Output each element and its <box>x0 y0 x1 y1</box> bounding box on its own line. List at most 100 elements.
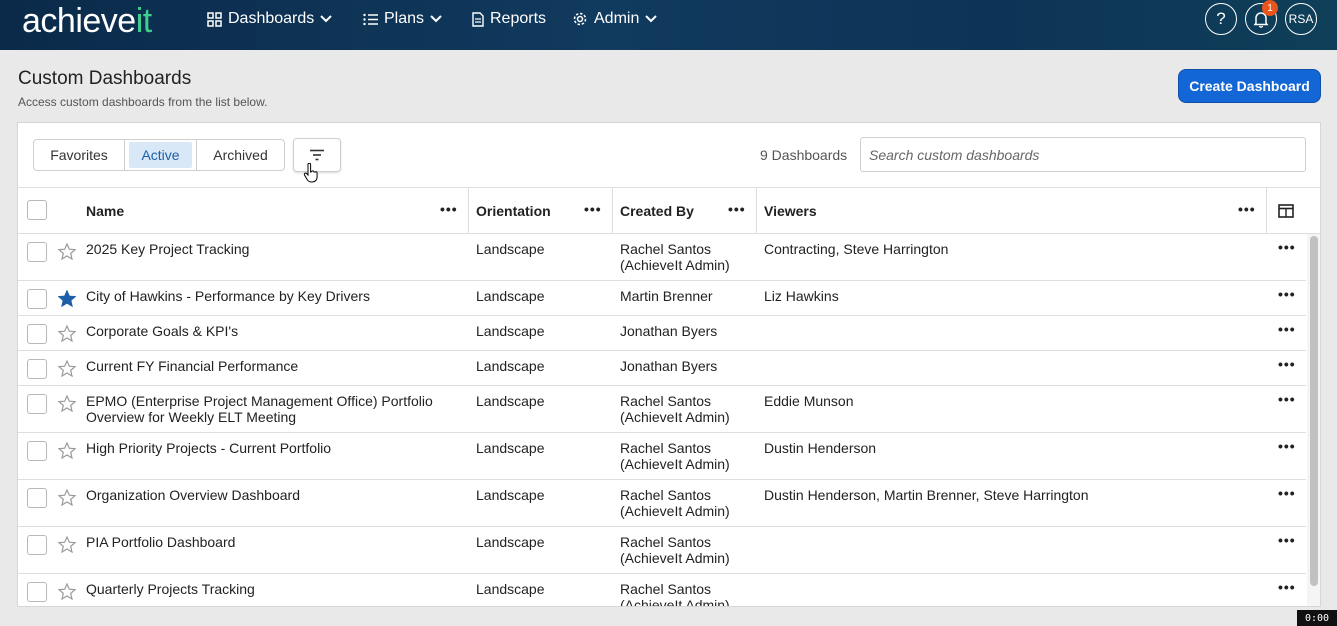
chevron-down-icon <box>645 15 658 23</box>
cell-created-by: Rachel Santos (AchieveIt Admin) <box>620 440 730 472</box>
table-row[interactable]: 2025 Key Project Tracking Landscape Rachel… <box>18 234 1306 281</box>
tab-active[interactable]: Active <box>125 140 197 170</box>
row-checkbox[interactable] <box>27 324 47 344</box>
hand-cursor-icon <box>303 163 318 183</box>
row-checkbox[interactable] <box>27 359 47 379</box>
star-icon[interactable] <box>58 395 76 412</box>
cell-name[interactable]: High Priority Projects - Current Portfol… <box>86 440 456 456</box>
table-row[interactable]: Organization Overview Dashboard Landscape… <box>18 480 1306 527</box>
cell-orientation: Landscape <box>476 393 545 409</box>
nav-dashboards-label: Dashboards <box>228 10 315 27</box>
help-icon[interactable]: ? <box>1205 3 1237 35</box>
row-more-icon[interactable]: ••• <box>1278 532 1296 548</box>
table-row[interactable]: Corporate Goals & KPI's Landscape Jonathan… <box>18 316 1306 351</box>
cell-name[interactable]: EPMO (Enterprise Project Management Offi… <box>86 393 456 425</box>
column-header-orientation[interactable]: Orientation <box>476 188 551 234</box>
row-checkbox[interactable] <box>27 535 47 555</box>
select-all-checkbox[interactable] <box>27 200 47 220</box>
cell-created-by: Rachel Santos (AchieveIt Admin) <box>620 393 730 425</box>
cell-orientation: Landscape <box>476 323 545 339</box>
row-more-icon[interactable]: ••• <box>1278 579 1296 595</box>
notification-badge: 1 <box>1262 0 1278 16</box>
table-row[interactable]: Current FY Financial Performance Landscap… <box>18 351 1306 386</box>
more-icon[interactable]: ••• <box>440 201 458 217</box>
nav-plans[interactable]: Plans <box>363 9 442 29</box>
row-more-icon[interactable]: ••• <box>1278 438 1296 454</box>
table-row[interactable]: PIA Portfolio Dashboard Landscape Rachel S… <box>18 527 1306 574</box>
row-more-icon[interactable]: ••• <box>1278 286 1296 302</box>
cell-viewers: Contracting, Steve Harrington <box>764 241 949 257</box>
cell-orientation: Landscape <box>476 534 545 550</box>
nav-dashboards[interactable]: Dashboards <box>207 9 332 29</box>
more-icon[interactable]: ••• <box>728 201 746 217</box>
more-icon[interactable]: ••• <box>1238 201 1256 217</box>
table-row[interactable]: Quarterly Projects Tracking Landscape Rach… <box>18 574 1306 607</box>
cell-orientation: Landscape <box>476 358 545 374</box>
cell-orientation: Landscape <box>476 440 545 456</box>
cell-created-by: Martin Brenner <box>620 288 713 304</box>
dashboard-count: 9 Dashboards <box>760 147 848 163</box>
search-input[interactable] <box>860 137 1306 172</box>
top-nav: achieveit Dashboards Plans Reports Admin… <box>0 0 1337 50</box>
column-header-viewers[interactable]: Viewers <box>764 188 817 234</box>
star-icon[interactable] <box>58 536 76 553</box>
star-icon[interactable] <box>58 325 76 342</box>
gear-icon <box>573 12 587 26</box>
page-subtitle: Access custom dashboards from the list b… <box>18 95 268 109</box>
row-checkbox[interactable] <box>27 441 47 461</box>
star-icon[interactable] <box>58 360 76 377</box>
table-row[interactable]: High Priority Projects - Current Portfol… <box>18 433 1306 480</box>
cell-name[interactable]: Quarterly Projects Tracking <box>86 581 456 597</box>
more-icon[interactable]: ••• <box>584 201 602 217</box>
star-icon[interactable] <box>58 442 76 459</box>
row-checkbox[interactable] <box>27 394 47 414</box>
column-header-created-by[interactable]: Created By <box>620 188 694 234</box>
table-header: Name ••• Orientation ••• Created By ••• … <box>18 187 1320 234</box>
create-dashboard-button[interactable]: Create Dashboard <box>1178 69 1321 103</box>
logo[interactable]: achieveit <box>22 2 152 41</box>
cell-name[interactable]: PIA Portfolio Dashboard <box>86 534 456 550</box>
star-icon[interactable] <box>58 583 76 600</box>
star-icon[interactable] <box>58 489 76 506</box>
table-row[interactable]: City of Hawkins - Performance by Key Dri… <box>18 281 1306 316</box>
cell-orientation: Landscape <box>476 241 545 257</box>
star-icon[interactable] <box>58 243 76 260</box>
help-label: ? <box>1216 9 1226 28</box>
cell-viewers: Eddie Munson <box>764 393 854 409</box>
cell-name[interactable]: 2025 Key Project Tracking <box>86 241 456 257</box>
chevron-down-icon <box>430 15 442 23</box>
row-checkbox[interactable] <box>27 488 47 508</box>
cell-name[interactable]: Organization Overview Dashboard <box>86 487 456 503</box>
nav-admin[interactable]: Admin <box>572 9 658 29</box>
table-row[interactable]: EPMO (Enterprise Project Management Offi… <box>18 386 1306 433</box>
page-title: Custom Dashboards <box>18 68 192 89</box>
row-checkbox[interactable] <box>27 242 47 262</box>
avatar[interactable]: RSA <box>1285 3 1317 35</box>
dashboard-grid-icon <box>207 11 222 27</box>
row-more-icon[interactable]: ••• <box>1278 356 1296 372</box>
star-icon[interactable] <box>58 290 76 307</box>
recording-indicator: 0:00 <box>1297 610 1337 626</box>
scrollbar-thumb[interactable] <box>1310 236 1318 586</box>
tab-favorites[interactable]: Favorites <box>34 140 125 170</box>
nav-admin-label: Admin <box>594 10 640 27</box>
row-more-icon[interactable]: ••• <box>1278 391 1296 407</box>
cell-created-by: Rachel Santos (AchieveIt Admin) <box>620 581 730 607</box>
row-checkbox[interactable] <box>27 582 47 602</box>
nav-reports-label: Reports <box>490 10 547 27</box>
nav-reports[interactable]: Reports <box>472 9 546 29</box>
cell-name[interactable]: Current FY Financial Performance <box>86 358 456 374</box>
tab-archived[interactable]: Archived <box>197 140 284 170</box>
row-more-icon[interactable]: ••• <box>1278 239 1296 255</box>
row-checkbox[interactable] <box>27 289 47 309</box>
cell-viewers: Dustin Henderson <box>764 440 877 456</box>
chevron-down-icon <box>320 15 332 23</box>
row-more-icon[interactable]: ••• <box>1278 321 1296 337</box>
columns-icon[interactable] <box>1278 204 1294 218</box>
column-header-name[interactable]: Name <box>86 188 124 234</box>
cell-name[interactable]: City of Hawkins - Performance by Key Dri… <box>86 288 456 304</box>
cell-name[interactable]: Corporate Goals & KPI's <box>86 323 456 339</box>
status-tabs: Favorites Active Archived <box>33 139 285 171</box>
cell-viewers: Dustin Henderson, Martin Brenner, Steve … <box>764 487 1089 503</box>
row-more-icon[interactable]: ••• <box>1278 485 1296 501</box>
